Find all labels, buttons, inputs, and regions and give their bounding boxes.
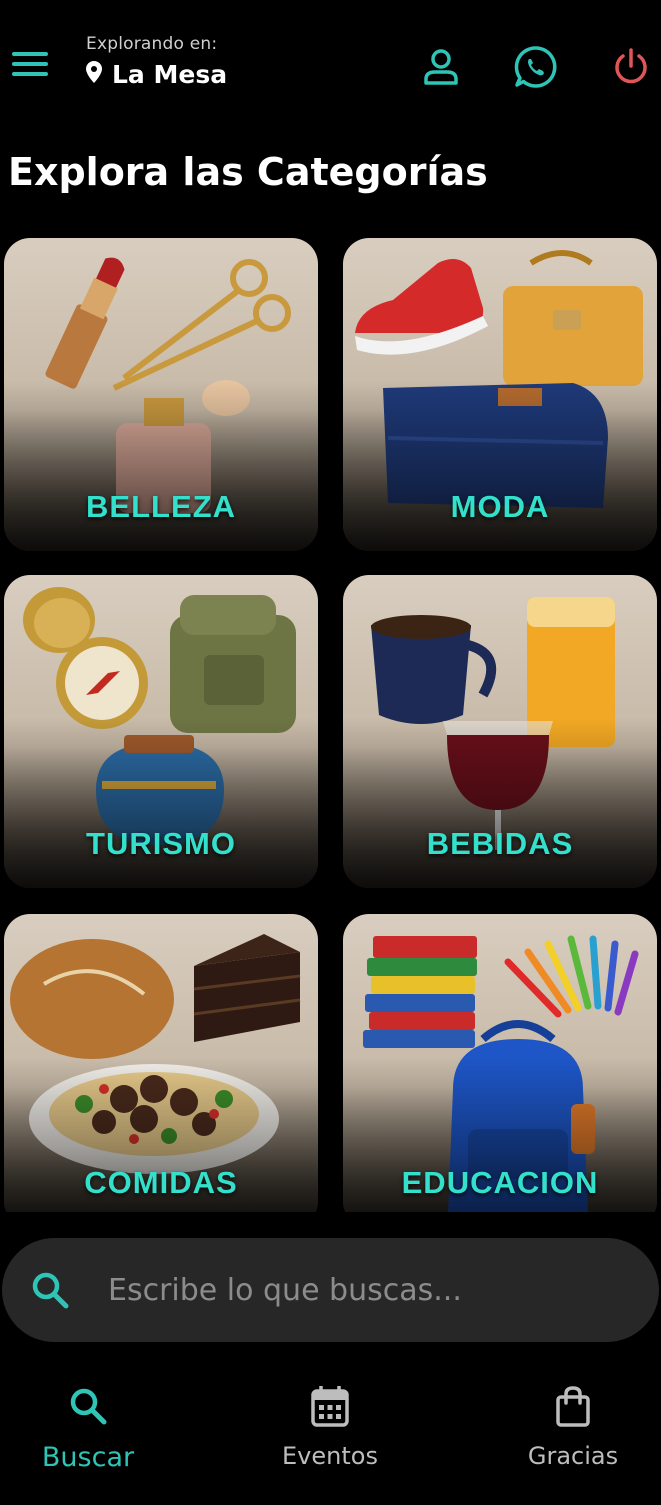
category-grid: BELLEZA MODA TURISMO BEBIDAS COMIDAS EDU… — [0, 236, 661, 1212]
bottom-nav: Buscar Eventos Gracias — [0, 1360, 661, 1505]
category-label: BELLEZA — [86, 489, 236, 524]
shopping-bag-icon — [493, 1382, 653, 1430]
category-label: COMIDAS — [84, 1165, 238, 1200]
nav-label: Eventos — [282, 1442, 378, 1470]
power-icon[interactable] — [608, 44, 654, 90]
menu-icon[interactable] — [10, 46, 50, 82]
search-icon[interactable] — [28, 1268, 72, 1312]
location-selector[interactable]: Explorando en: La Mesa — [86, 34, 227, 89]
category-card-educacion[interactable]: EDUCACION — [343, 914, 657, 1212]
category-card-comidas[interactable]: COMIDAS — [4, 914, 318, 1212]
calendar-icon — [250, 1382, 410, 1430]
search-bar — [2, 1238, 659, 1342]
category-card-moda[interactable]: MODA — [343, 238, 657, 551]
nav-item-gracias[interactable]: Gracias — [493, 1382, 653, 1470]
category-label: TURISMO — [86, 826, 236, 861]
location-pin-icon — [86, 60, 102, 89]
user-icon[interactable] — [418, 44, 464, 90]
location-name: La Mesa — [112, 60, 228, 89]
category-card-turismo[interactable]: TURISMO — [4, 575, 318, 888]
top-bar: Explorando en: La Mesa — [0, 0, 661, 130]
category-label: MODA — [450, 489, 550, 524]
search-input[interactable] — [106, 1271, 659, 1309]
category-label: BEBIDAS — [426, 826, 574, 861]
exploring-label: Explorando en: — [86, 34, 218, 54]
category-card-bebidas[interactable]: BEBIDAS — [343, 575, 657, 888]
nav-item-eventos[interactable]: Eventos — [250, 1382, 410, 1470]
nav-label: Buscar — [41, 1442, 135, 1473]
category-card-belleza[interactable]: BELLEZA — [4, 238, 318, 551]
search-icon — [8, 1382, 168, 1430]
nav-label: Gracias — [527, 1442, 619, 1470]
whatsapp-icon[interactable] — [513, 44, 559, 90]
nav-item-buscar[interactable]: Buscar — [8, 1382, 168, 1473]
page-title: Explora las Categorías — [8, 150, 488, 194]
category-label: EDUCACION — [401, 1165, 599, 1200]
